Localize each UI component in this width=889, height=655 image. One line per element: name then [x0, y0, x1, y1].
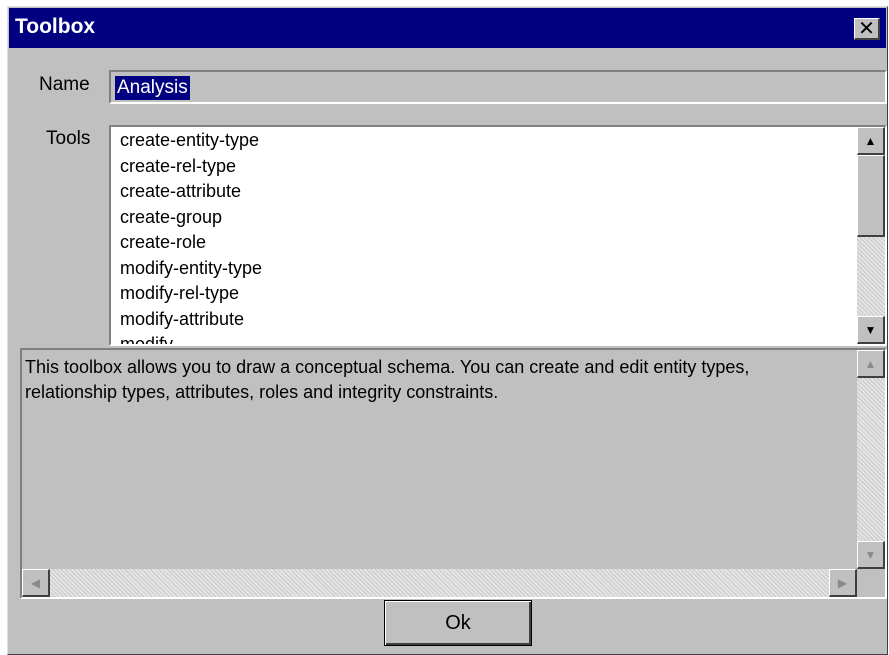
toolbox-window: Toolbox ✕ Name Analysis Tools create-ent… — [7, 6, 888, 655]
arrow-down-icon: ▼ — [864, 547, 877, 562]
tool-list-item[interactable]: modify-... — [120, 332, 262, 344]
close-icon: ✕ — [858, 17, 875, 40]
tool-list-item[interactable]: modify-rel-type — [120, 281, 262, 307]
tools-listbox[interactable]: create-entity-type create-rel-type create-… — [109, 125, 887, 346]
scroll-thumb[interactable] — [857, 155, 885, 237]
tool-list-item[interactable]: create-rel-type — [120, 154, 262, 180]
window-title: Toolbox — [15, 15, 96, 38]
scroll-up-button[interactable]: ▲ — [857, 127, 885, 155]
arrow-down-icon: ▼ — [864, 322, 877, 337]
name-value: Analysis — [115, 76, 190, 100]
tool-list-item[interactable]: create-role — [120, 230, 262, 256]
tool-list-item[interactable]: create-group — [120, 205, 262, 231]
arrow-right-icon: ▶ — [837, 575, 848, 590]
scroll-track[interactable] — [857, 237, 885, 316]
arrow-up-icon: ▲ — [864, 356, 877, 371]
scroll-down-button[interactable]: ▼ — [857, 316, 885, 344]
desc-scroll-up-button[interactable]: ▲ — [857, 350, 885, 378]
desc-vscroll-track[interactable] — [857, 378, 885, 541]
description-textarea[interactable]: This toolbox allows you to draw a concep… — [20, 348, 887, 599]
arrow-up-icon: ▲ — [864, 133, 877, 148]
desc-scroll-left-button[interactable]: ◀ — [22, 569, 50, 597]
tool-list-item[interactable]: modify-attribute — [120, 307, 262, 333]
description-horizontal-scrollbar[interactable]: ◀ ▶ — [22, 569, 857, 597]
tools-vertical-scrollbar[interactable]: ▲ ▼ — [857, 127, 885, 344]
scrollbar-corner — [857, 569, 885, 597]
title-bar[interactable]: Toolbox ✕ — [9, 8, 886, 48]
desc-hscroll-track[interactable] — [50, 569, 829, 597]
desc-scroll-right-button[interactable]: ▶ — [829, 569, 857, 597]
name-field[interactable]: Analysis — [109, 70, 887, 104]
name-label: Name — [39, 74, 90, 95]
description-text: This toolbox allows you to draw a concep… — [25, 357, 750, 402]
close-button[interactable]: ✕ — [854, 18, 880, 40]
description-vertical-scrollbar[interactable]: ▲ ▼ — [857, 350, 885, 569]
tools-list-items: create-entity-type create-rel-type create-… — [120, 128, 262, 344]
tool-list-item[interactable]: modify-entity-type — [120, 256, 262, 282]
arrow-left-icon: ◀ — [30, 575, 41, 590]
desc-scroll-down-button[interactable]: ▼ — [857, 541, 885, 569]
tool-list-item[interactable]: create-attribute — [120, 179, 262, 205]
tools-label: Tools — [46, 128, 91, 149]
ok-button[interactable]: Ok — [384, 600, 532, 646]
tool-list-item[interactable]: create-entity-type — [120, 128, 262, 154]
ok-button-label: Ok — [445, 611, 471, 634]
